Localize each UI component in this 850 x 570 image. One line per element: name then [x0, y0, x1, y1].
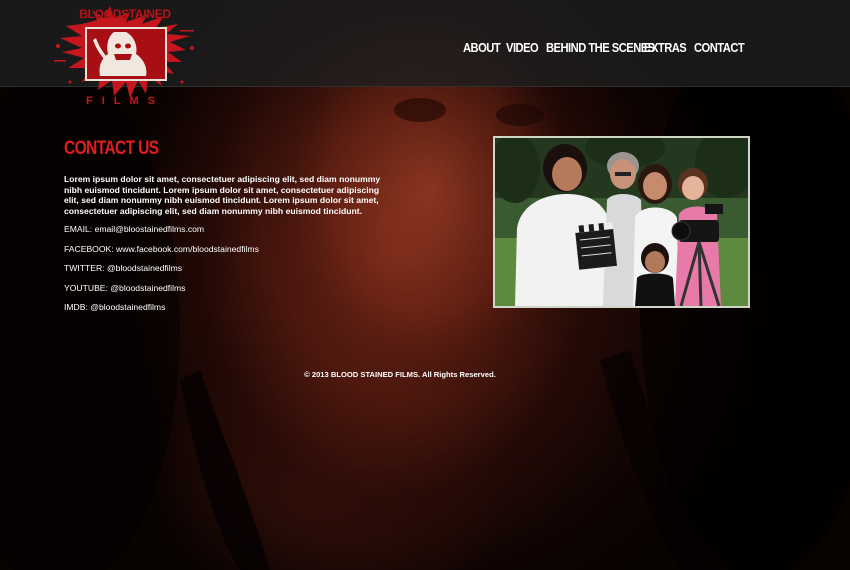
contact-email[interactable]: EMAIL: email@bloostainedfilms.com [64, 224, 382, 235]
intro-paragraph: Lorem ipsum dolor sit amet, consectetuer… [64, 174, 381, 216]
footer-copyright: © 2013 BLOOD STAINED FILMS. All Rights R… [304, 370, 496, 379]
nav-contact[interactable]: CONTACT [694, 40, 745, 55]
nav-about[interactable]: ABOUT [463, 40, 501, 55]
page-title: CONTACT US [64, 138, 159, 159]
group-photo [493, 136, 750, 308]
logo-top-text: BLOODSTAINED [79, 7, 171, 21]
contact-imdb[interactable]: IMDB: @bloodstainedfilms [64, 302, 382, 313]
site-logo[interactable]: BLOODSTAINED FILMS [52, 2, 198, 108]
main-nav: ABOUT VIDEO BEHIND THE SCENES EXTRAS CON… [463, 40, 745, 55]
contact-facebook[interactable]: FACEBOOK: www.facebook.com/bloodstainedf… [64, 244, 382, 255]
nav-video[interactable]: VIDEO [506, 40, 539, 55]
contact-content: CONTACT US Lorem ipsum dolor sit amet, c… [64, 138, 382, 322]
page: BLOODSTAINED FILMS ABOUT VIDEO BEHIND TH… [0, 0, 850, 570]
logo-bottom-text: FILMS [86, 95, 164, 107]
contact-youtube[interactable]: YOUTUBE: @bloodstainedfilms [64, 283, 382, 294]
nav-behind-the-scenes[interactable]: BEHIND THE SCENES [546, 40, 655, 55]
contact-twitter[interactable]: TWITTER: @bloodstainedfilms [64, 263, 382, 274]
nav-extras[interactable]: EXTRAS [644, 40, 687, 55]
